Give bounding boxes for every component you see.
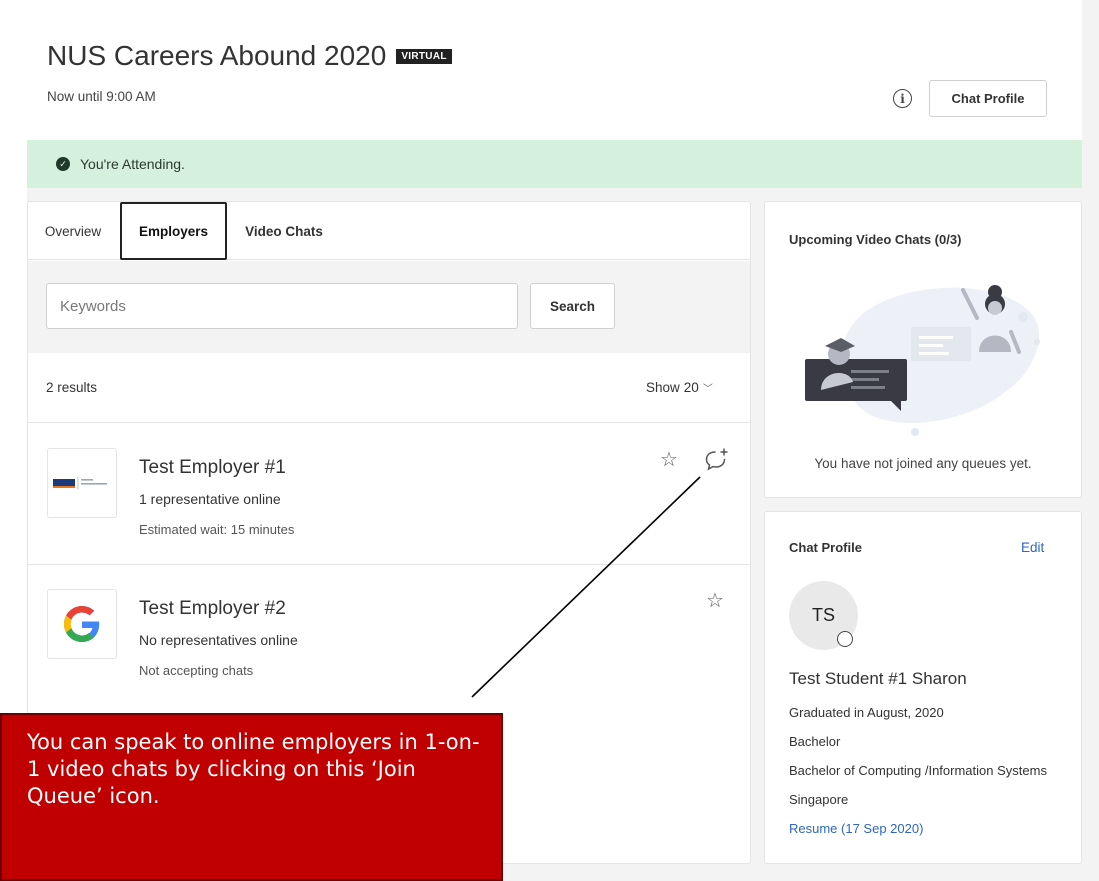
results-header: 2 results Show 20 ﹀ [28, 353, 750, 423]
nus-logo [47, 448, 117, 518]
check-circle-icon: ✓ [56, 157, 70, 171]
chat-profile-button[interactable]: Chat Profile [929, 80, 1047, 117]
search-input[interactable] [46, 283, 518, 329]
employer-reps-status: No representatives online [139, 632, 298, 648]
profile-degree: Bachelor [789, 734, 841, 749]
join-queue-icon[interactable] [704, 446, 730, 472]
profile-name: Test Student #1 Sharon [789, 669, 967, 688]
employer-row[interactable]: Test Employer #1 1 representative online… [28, 424, 750, 565]
profile-major: Bachelor of Computing /Information Syste… [789, 763, 1047, 778]
star-icon[interactable]: ☆ [706, 591, 724, 611]
event-title: NUS Careers Abound 2020 VIRTUAL [47, 40, 452, 72]
google-g-graphic [64, 606, 100, 642]
right-gutter [1082, 0, 1099, 881]
annotation-callout: You can speak to online employers in 1-o… [0, 713, 503, 881]
virtual-badge: VIRTUAL [396, 48, 452, 64]
star-icon[interactable]: ☆ [660, 450, 678, 470]
upcoming-empty-text: You have not joined any queues yet. [814, 456, 1032, 471]
video-chat-illustration [805, 285, 1040, 436]
event-time: Now until 9:00 AM [47, 89, 156, 104]
employer-chat-status: Not accepting chats [139, 663, 254, 678]
profile-graduation: Graduated in August, 2020 [789, 705, 944, 720]
show-per-page-select[interactable]: Show 20 ﹀ [646, 380, 713, 395]
show-value: 20 [683, 380, 699, 395]
employer-name[interactable]: Test Employer #1 [139, 457, 286, 479]
event-title-text: NUS Careers Abound 2020 [47, 40, 387, 71]
employer-reps-status: 1 representative online [139, 491, 281, 507]
offline-status-icon [837, 631, 853, 647]
edit-profile-link[interactable]: Edit [1021, 540, 1044, 555]
attending-text: You're Attending. [80, 156, 185, 172]
search-button[interactable]: Search [530, 283, 615, 329]
info-icon[interactable]: i [893, 89, 912, 108]
employer-wait-time: Estimated wait: 15 minutes [139, 522, 295, 537]
tab-overview[interactable]: Overview [28, 202, 118, 260]
upcoming-title: Upcoming Video Chats (0/3) [789, 232, 962, 247]
tab-bar: Overview Employers Video Chats [28, 202, 750, 260]
resume-link[interactable]: Resume (17 Sep 2020) [789, 821, 1064, 836]
google-g-logo [47, 589, 117, 659]
results-count: 2 results [46, 380, 98, 395]
tab-video-chats[interactable]: Video Chats [229, 202, 339, 260]
attending-banner: ✓ You're Attending. [27, 140, 1082, 188]
chevron-down-icon: ﹀ [702, 384, 713, 395]
tab-employers[interactable]: Employers [120, 202, 227, 260]
profile-country: Singapore [789, 792, 849, 807]
chat-profile-title: Chat Profile [789, 540, 862, 555]
page: NUS Careers Abound 2020 VIRTUAL Now unti… [0, 0, 1099, 881]
employer-name[interactable]: Test Employer #2 [139, 598, 286, 620]
chat-profile-card: Chat Profile Edit TS Test Student #1 Sha… [764, 511, 1082, 864]
show-label: Show [646, 380, 680, 395]
search-area: Search [28, 261, 750, 353]
upcoming-video-chats-card: Upcoming Video Chats (0/3) You have not … [764, 201, 1082, 498]
nus-logo-graphic [53, 477, 107, 489]
employer-row[interactable]: Test Employer #2 No representatives onli… [28, 565, 750, 706]
